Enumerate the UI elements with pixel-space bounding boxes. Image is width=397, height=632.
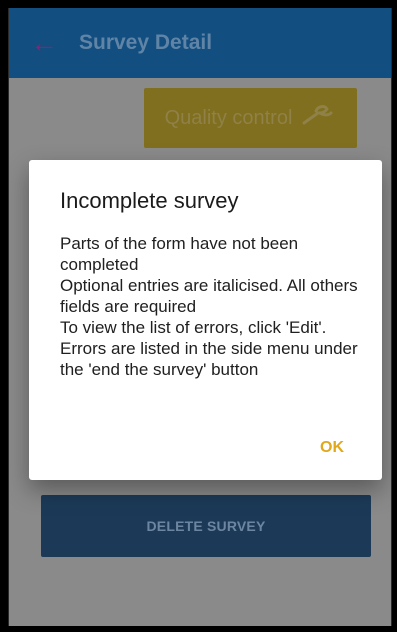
wrench-icon [298,101,336,135]
arrow-left-icon: ← [30,27,58,58]
incomplete-survey-dialog: Incomplete survey Parts of the form have… [29,160,382,480]
dialog-title: Incomplete survey [60,188,239,213]
dialog-message: Parts of the form have not been complete… [60,234,358,379]
delete-survey-button[interactable]: DELETE SURVEY [41,495,371,557]
ok-button[interactable]: OK [311,435,353,461]
screen: ← Survey Detail Quality control DELETE S… [8,8,392,626]
quality-control-button[interactable]: Quality control [144,88,357,148]
page-title: Survey Detail [79,31,213,54]
quality-control-label: Quality control [164,106,293,129]
app-bar: ← Survey Detail [9,8,391,78]
back-button[interactable]: ← [9,8,79,78]
